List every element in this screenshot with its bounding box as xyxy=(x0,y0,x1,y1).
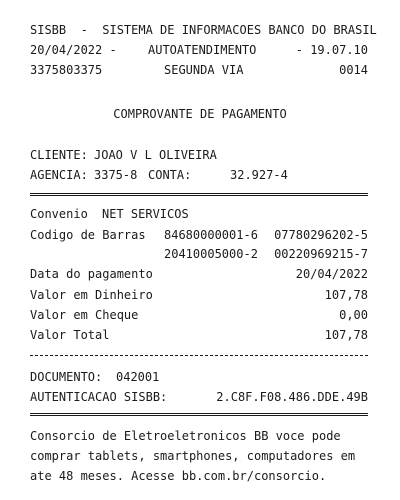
agency-label: AGENCIA: xyxy=(30,168,88,182)
cheque-amount: 0,00 xyxy=(339,308,368,322)
account-number: 32.927-4 xyxy=(230,168,288,182)
account-label: CONTA: xyxy=(148,168,192,182)
payment-date: 20/04/2022 xyxy=(295,267,368,281)
cash-amount: 107,78 xyxy=(324,288,368,302)
authentication-label: AUTENTICACAO SISBB: xyxy=(30,390,168,404)
page-title: COMPROVANTE DE PAGAMENTO xyxy=(113,107,287,121)
convenio-value: NET SERVICOS xyxy=(102,207,189,221)
promo-line-2: comprar tablets, smartphones, computador… xyxy=(30,449,356,463)
customer-name-label: CLIENTE: xyxy=(30,148,88,162)
total-amount-label: Valor Total xyxy=(30,328,110,342)
barcode-part-3: 20410005000-2 xyxy=(164,247,258,261)
header-date: 20/04/2022 - xyxy=(30,43,117,57)
header-terminal: 3375803375 xyxy=(30,63,103,77)
document-number: 042001 xyxy=(116,370,160,384)
barcode-part-4: 00220969215-7 xyxy=(274,247,368,261)
customer-name: JOAO V L OLIVEIRA xyxy=(94,148,217,162)
barcode-part-2: 07780296202-5 xyxy=(274,228,368,242)
promo-line-1: Consorcio de Eletroeletronicos BB voce p… xyxy=(30,429,341,443)
authentication-code: 2.C8F.F08.486.DDE.49B xyxy=(216,390,368,404)
double-divider xyxy=(30,193,368,196)
header-sequence: 0014 xyxy=(339,63,368,77)
total-amount: 107,78 xyxy=(324,328,368,342)
header-version: - 19.07.10 xyxy=(295,43,368,57)
document-label: DOCUMENTO: xyxy=(30,370,103,384)
header-copy-type: SEGUNDA VIA xyxy=(164,63,244,77)
cash-amount-label: Valor em Dinheiro xyxy=(30,288,153,302)
payment-date-label: Data do pagamento xyxy=(30,267,153,281)
agency-number: 3375-8 xyxy=(94,168,138,182)
dashed-divider xyxy=(30,355,368,356)
cheque-amount-label: Valor em Cheque xyxy=(30,308,139,322)
header-system-name: SISBB - SISTEMA DE INFORMACOES BANCO DO … xyxy=(30,23,377,37)
barcode-label: Codigo de Barras xyxy=(30,228,146,242)
double-divider xyxy=(30,413,368,416)
payment-receipt: SISBB - SISTEMA DE INFORMACOES BANCO DO … xyxy=(0,0,400,500)
convenio-label: Convenio xyxy=(30,207,88,221)
header-channel: AUTOATENDIMENTO xyxy=(148,43,257,57)
promo-line-3: ate 48 meses. Acesse bb.com.br/consorcio… xyxy=(30,469,327,483)
barcode-part-1: 84680000001-6 xyxy=(164,228,258,242)
